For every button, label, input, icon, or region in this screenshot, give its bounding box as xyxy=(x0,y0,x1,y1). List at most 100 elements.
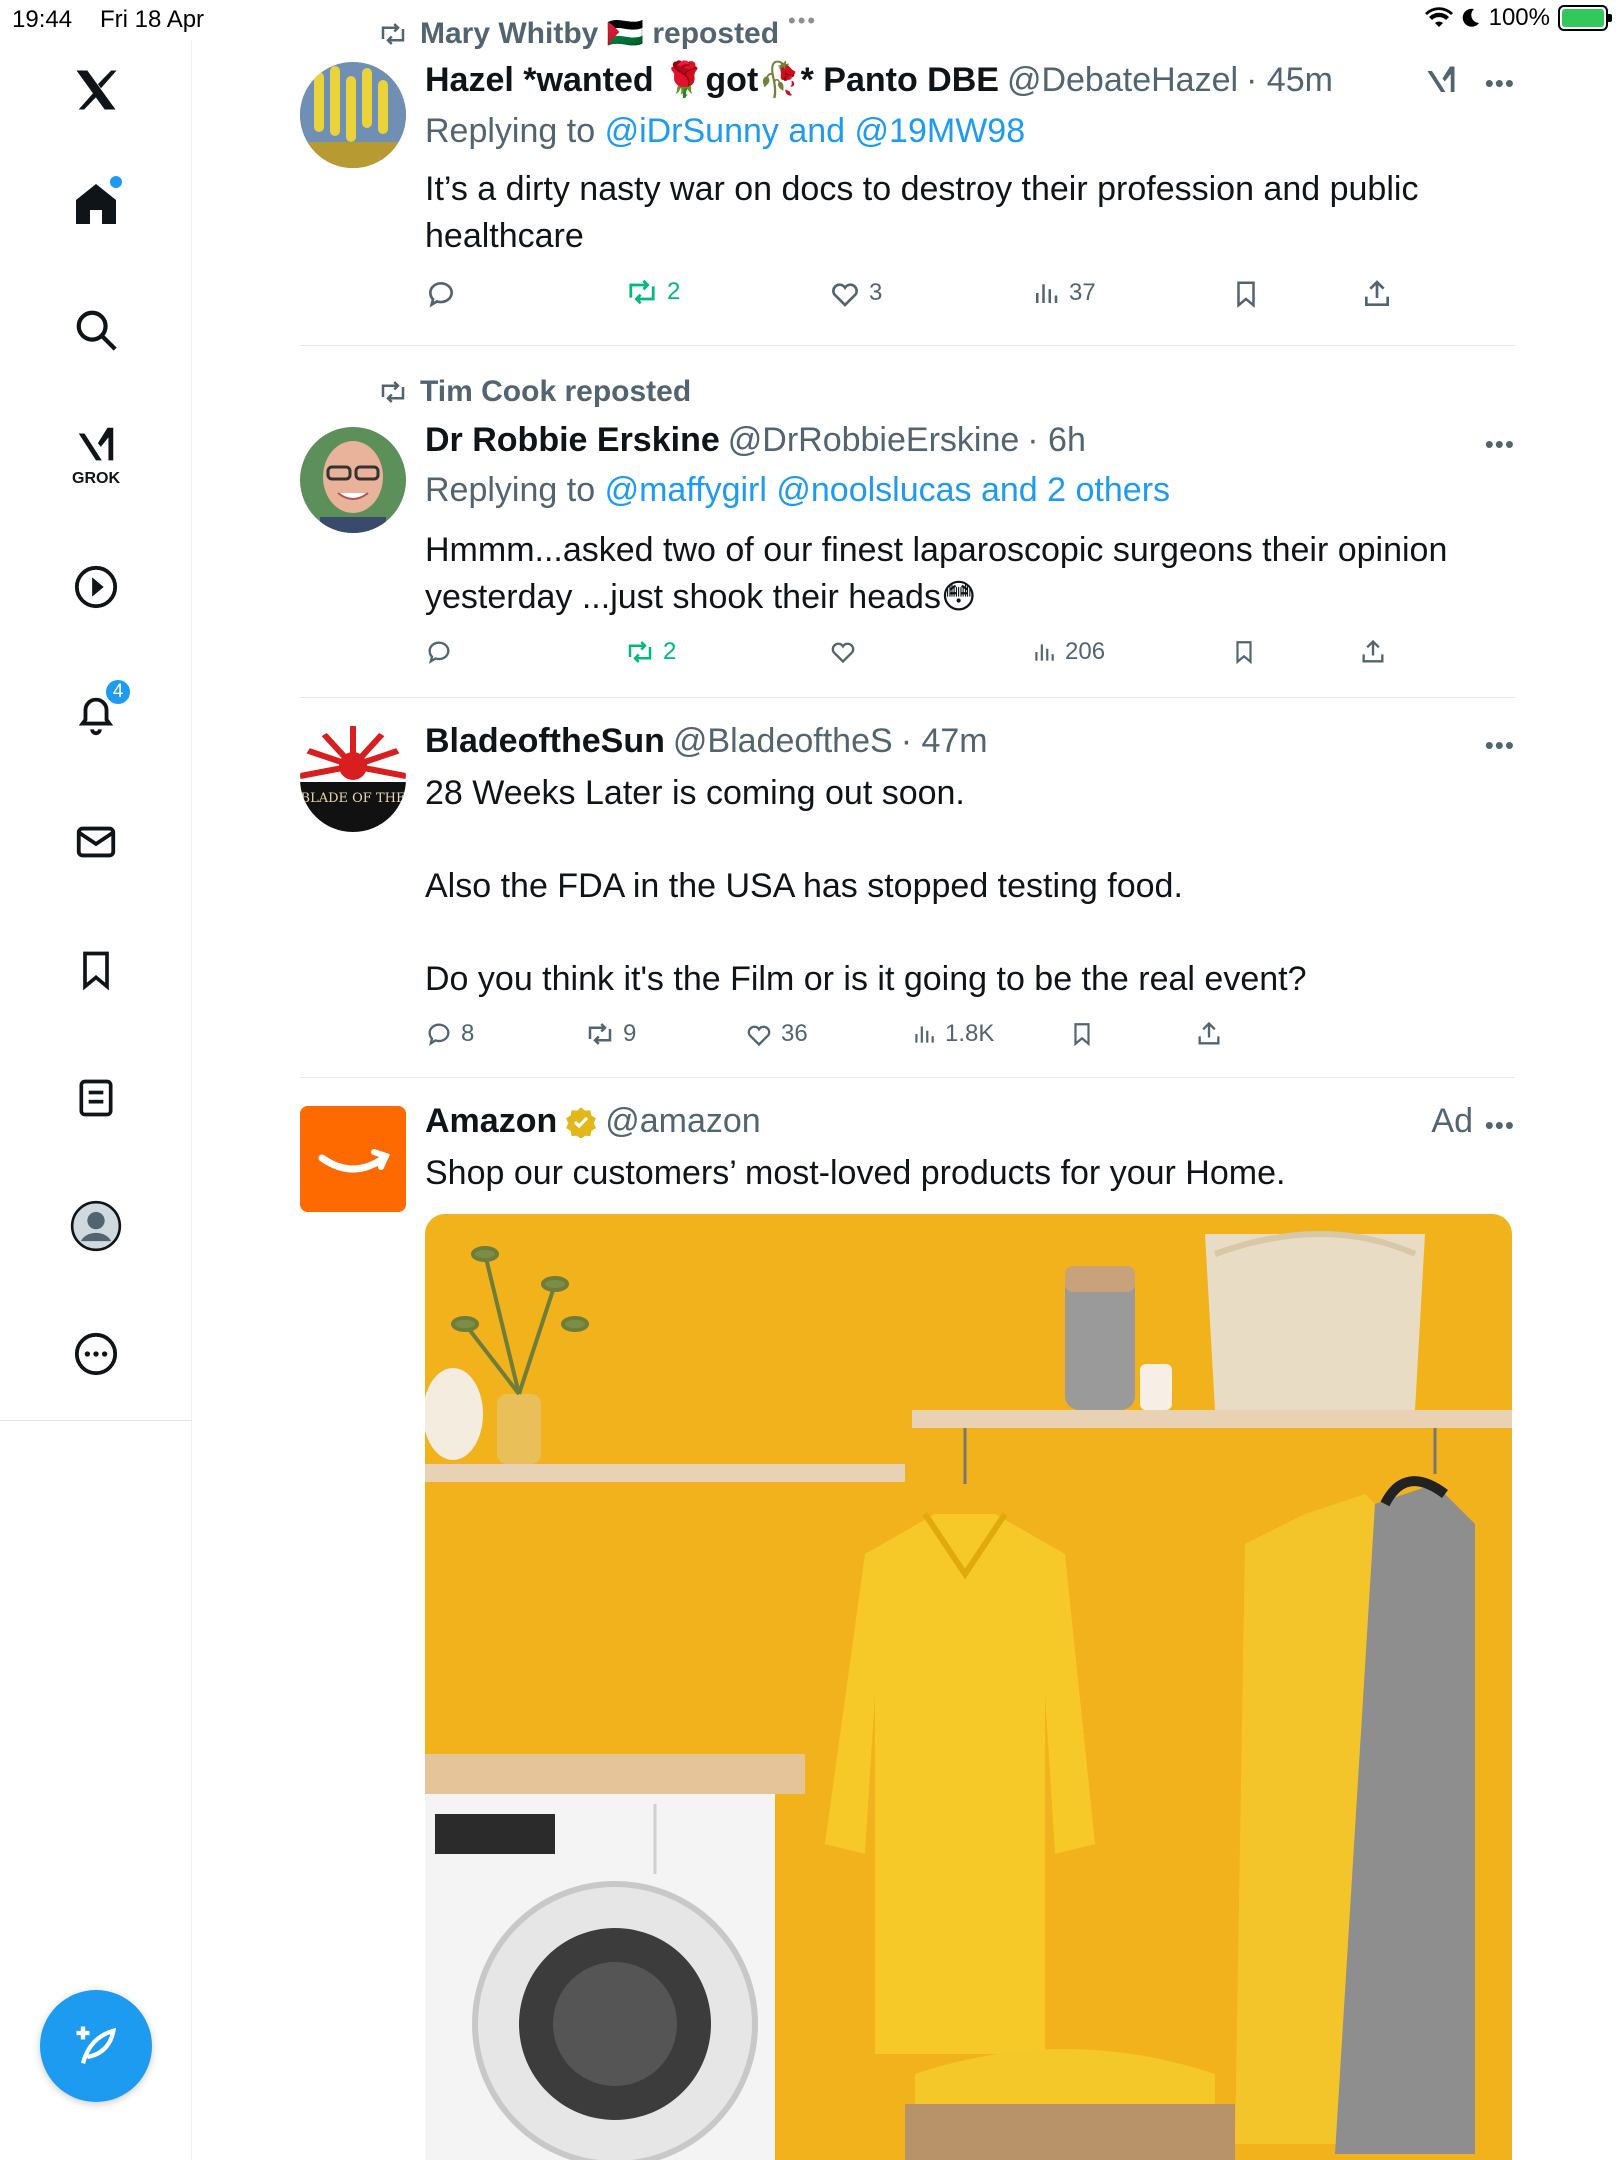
author-handle[interactable]: @amazon xyxy=(605,1102,760,1141)
avatar[interactable] xyxy=(300,427,406,533)
post-text-line: 28 Weeks Later is coming out soon. xyxy=(425,774,965,812)
author-handle[interactable]: @DrRobbieErskine xyxy=(728,421,1020,460)
author-name[interactable]: Dr Robbie Erskine xyxy=(425,421,720,460)
status-right: 100% xyxy=(1424,4,1612,32)
author-name[interactable]: Hazel *wanted 🌹got🥀* Panto DBE xyxy=(425,60,999,100)
author-name[interactable]: BladeoftheSun xyxy=(425,722,665,761)
post-more-button[interactable]: ••• xyxy=(1485,429,1515,460)
post-text: 28 Weeks Later is coming out soon. Also … xyxy=(425,770,1515,1003)
repost-icon xyxy=(381,22,405,45)
moon-icon xyxy=(1462,8,1479,27)
status-time: 19:44 xyxy=(12,6,73,33)
post-header: Dr Robbie Erskine @DrRobbieErskine · 6h xyxy=(425,421,1086,460)
like-button[interactable] xyxy=(829,638,857,664)
post-time[interactable]: · 47m xyxy=(901,722,988,761)
post-divider xyxy=(300,1077,1515,1078)
wifi-icon xyxy=(1424,7,1453,27)
share-icon xyxy=(1198,1021,1220,1045)
compose-feather-icon xyxy=(76,2026,117,2064)
post-header: Amazon @amazon xyxy=(425,1102,761,1141)
heart-icon xyxy=(831,642,855,664)
post-header: BladeoftheSun @BladeoftheS · 47m xyxy=(425,722,988,761)
view-count: 206 xyxy=(1065,638,1106,665)
status-bar: 19:44 Fri 18 Apr ••• 100% xyxy=(0,0,1620,40)
author-name[interactable]: Amazon xyxy=(425,1102,557,1141)
battery-icon xyxy=(1558,5,1612,31)
ad-image[interactable] xyxy=(425,1214,1512,2160)
replying-prefix: Replying to xyxy=(425,112,596,150)
post-header: Hazel *wanted 🌹got🥀* Panto DBE @DebateHa… xyxy=(425,60,1333,100)
views-button[interactable]: 37 xyxy=(1031,278,1096,308)
battery-percent: 100% xyxy=(1488,4,1550,31)
share-icon xyxy=(1362,639,1384,663)
share-button[interactable] xyxy=(1361,278,1393,310)
post-more-button[interactable]: ••• xyxy=(1485,1110,1515,1141)
post-text-line: Also the FDA in the USA has stopped test… xyxy=(425,867,1183,905)
post-actions: 8 9 36 1.8K xyxy=(425,1020,1515,1060)
sidebar-divider xyxy=(0,1420,192,1421)
messages-envelope-icon[interactable] xyxy=(56,802,136,882)
repost-button[interactable]: 2 xyxy=(625,638,676,666)
replying-to-users[interactable]: @maffygirl @noolslucas and 2 others xyxy=(605,471,1170,509)
repost-context: Tim Cook reposted xyxy=(378,375,691,409)
reply-button[interactable] xyxy=(425,278,457,310)
repost-button[interactable]: 2 xyxy=(625,278,680,306)
post-time[interactable]: · 6h xyxy=(1027,421,1086,460)
post-more-button[interactable]: ••• xyxy=(1485,68,1515,99)
like-button[interactable]: 3 xyxy=(829,278,882,308)
amazon-logo-icon[interactable] xyxy=(300,1106,406,1212)
more-options-icon[interactable] xyxy=(56,1314,136,1394)
grok-explain-icon[interactable] xyxy=(1423,62,1459,98)
avatar[interactable]: BLADE OF THE xyxy=(300,726,406,832)
bookmarks-icon[interactable] xyxy=(56,930,136,1010)
bookmark-button[interactable] xyxy=(1231,638,1257,666)
x-logo-icon[interactable] xyxy=(56,50,136,130)
share-button[interactable] xyxy=(1195,1020,1223,1048)
repost-icon xyxy=(629,279,655,305)
like-button[interactable]: 36 xyxy=(745,1020,808,1048)
avatar[interactable] xyxy=(300,62,406,168)
video-play-icon[interactable] xyxy=(56,547,136,627)
home-icon[interactable] xyxy=(56,164,136,244)
search-icon[interactable] xyxy=(56,290,136,370)
status-date: Fri 18 Apr xyxy=(100,6,205,33)
post-more-button[interactable]: ••• xyxy=(1485,730,1515,761)
repost-button[interactable]: 9 xyxy=(585,1020,636,1048)
views-button[interactable]: 1.8K xyxy=(911,1020,994,1048)
reply-icon xyxy=(428,1023,450,1046)
post-text: Hmmm...asked two of our finest laparosco… xyxy=(425,531,1448,616)
views-button[interactable]: 206 xyxy=(1031,638,1105,666)
repost-by: Tim Cook reposted xyxy=(420,375,692,408)
views-chart-icon xyxy=(915,1026,934,1043)
bookmark-icon xyxy=(1074,1023,1090,1047)
multitasking-dots[interactable]: ••• xyxy=(788,8,817,34)
bookmark-icon xyxy=(1237,281,1255,308)
bookmark-button[interactable] xyxy=(1231,278,1261,310)
ad-label: Ad xyxy=(1431,1102,1473,1140)
reply-button[interactable] xyxy=(425,638,453,666)
like-count: 36 xyxy=(781,1020,808,1047)
share-button[interactable] xyxy=(1359,638,1387,666)
post-actions: 2 3 37 xyxy=(425,278,1515,318)
verified-gold-badge-icon xyxy=(566,1106,597,1138)
notifications-bell-icon[interactable]: 4 xyxy=(56,674,136,754)
reply-button[interactable]: 8 xyxy=(425,1020,474,1048)
view-count: 37 xyxy=(1069,279,1096,306)
grok-icon[interactable]: GROK xyxy=(56,416,136,496)
post-time[interactable]: · 45m xyxy=(1246,61,1333,100)
author-handle[interactable]: @DebateHazel xyxy=(1007,61,1238,100)
bookmark-icon xyxy=(1236,641,1252,665)
repost-count: 2 xyxy=(663,638,677,665)
author-handle[interactable]: @BladeoftheS xyxy=(673,722,893,761)
repost-icon xyxy=(628,641,652,663)
lists-icon[interactable] xyxy=(56,1058,136,1138)
post-text: It’s a dirty nasty war on docs to destro… xyxy=(425,170,1419,255)
post-actions: 2 206 xyxy=(425,638,1515,678)
replying-to: Replying to @iDrSunny and @19MW98 xyxy=(425,112,1025,151)
profile-avatar-icon[interactable] xyxy=(56,1186,136,1266)
avatar-text: BLADE OF THE xyxy=(301,791,406,806)
bookmark-button[interactable] xyxy=(1069,1020,1095,1048)
compose-post-button[interactable] xyxy=(40,1990,152,2102)
repost-icon xyxy=(588,1023,612,1045)
replying-to-users[interactable]: @iDrSunny and @19MW98 xyxy=(605,112,1026,150)
